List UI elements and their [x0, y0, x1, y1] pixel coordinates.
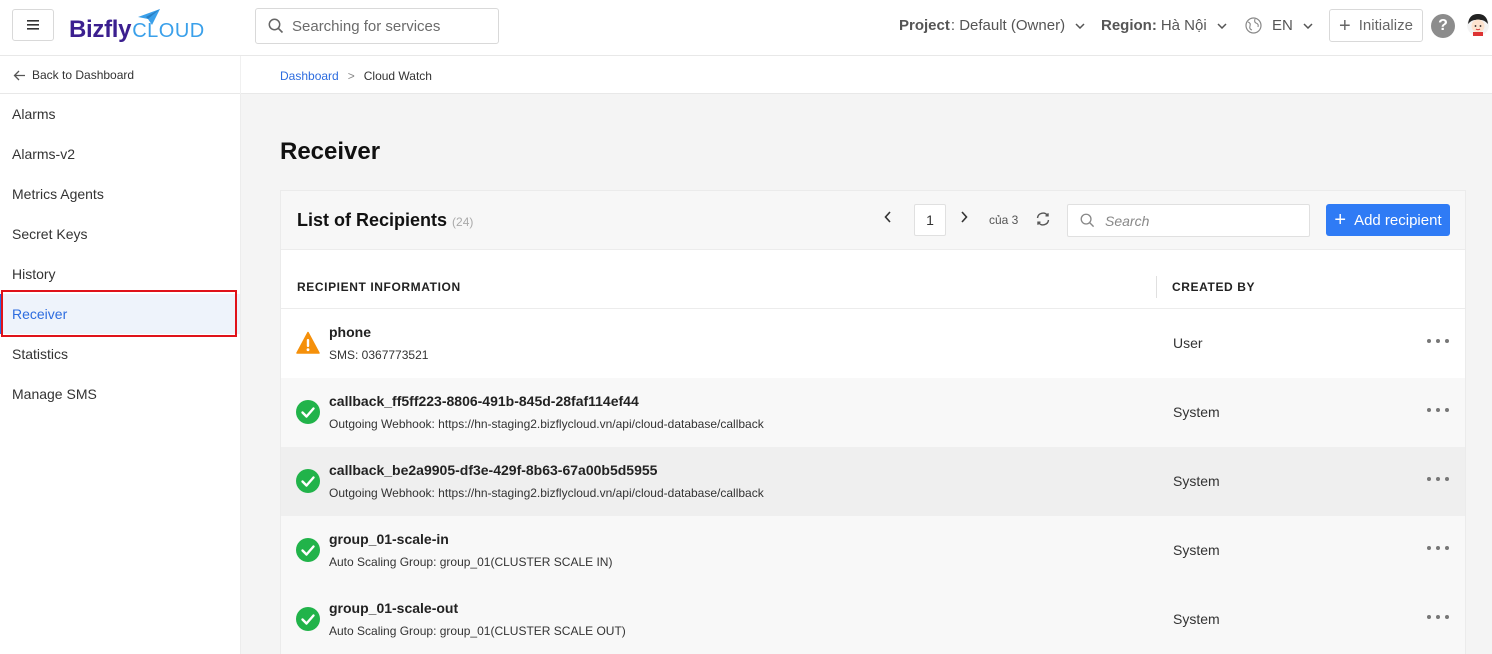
chevron-down-icon [1217, 22, 1227, 29]
sidebar-item-metrics-agents[interactable]: Metrics Agents [0, 174, 240, 214]
recipient-detail: Outgoing Webhook: https://hn-staging2.bi… [329, 417, 764, 431]
plus-icon: + [1334, 209, 1347, 231]
created-by: System [1173, 611, 1220, 627]
main-content: Receiver List of Recipients (24) 1 của 3 … [241, 94, 1492, 654]
sidebar-item-manage-sms[interactable]: Manage SMS [0, 374, 240, 414]
page-title: Receiver [280, 138, 381, 165]
globe-icon [1245, 17, 1262, 34]
sidebar-item-statistics[interactable]: Statistics [0, 334, 240, 374]
sidebar-item-history[interactable]: History [0, 254, 240, 294]
recipient-name[interactable]: group_01-scale-out [329, 600, 458, 616]
chevron-left-icon[interactable] [884, 211, 892, 223]
created-by: System [1173, 404, 1220, 420]
chevron-down-icon [1303, 22, 1313, 29]
recipient-detail: Auto Scaling Group: group_01(CLUSTER SCA… [329, 624, 626, 638]
created-by: User [1173, 335, 1203, 351]
card-header: List of Recipients(24) 1 của 3 +Add reci… [281, 191, 1465, 250]
check-circle-icon [296, 538, 320, 562]
sidebar-item-alarms-v2[interactable]: Alarms-v2 [0, 134, 240, 174]
breadcrumb-separator: > [347, 69, 355, 83]
recipient-detail: Auto Scaling Group: group_01(CLUSTER SCA… [329, 555, 613, 569]
recipient-name[interactable]: group_01-scale-in [329, 531, 449, 547]
chevron-right-icon[interactable] [960, 211, 968, 223]
table-header: RECIPIENT INFORMATION CREATED BY [281, 250, 1465, 309]
help-icon[interactable]: ? [1431, 14, 1455, 38]
sidebar-item-receiver[interactable]: Receiver [0, 294, 240, 334]
recipient-detail: Outgoing Webhook: https://hn-staging2.bi… [329, 486, 764, 500]
more-options-icon[interactable] [1427, 334, 1449, 348]
service-search[interactable] [255, 8, 499, 44]
warning-icon [296, 331, 320, 354]
page-number[interactable]: 1 [914, 204, 946, 236]
sub-header: Back to Dashboard Dashboard > Cloud Watc… [0, 56, 1492, 94]
sidebar: Alarms Alarms-v2 Metrics Agents Secret K… [0, 94, 241, 654]
menu-toggle-button[interactable] [12, 9, 54, 41]
chevron-down-icon [1075, 22, 1085, 29]
bizfly-cloud-logo[interactable]: Bizfly CLOUD [69, 8, 205, 44]
check-circle-icon [296, 607, 320, 631]
search-icon [268, 18, 284, 34]
add-recipient-button[interactable]: + Add recipient [1326, 204, 1450, 236]
search-icon [1080, 213, 1095, 228]
sidebar-item-secret-keys[interactable]: Secret Keys [0, 214, 240, 254]
initialize-button[interactable]: + Initialize [1329, 9, 1423, 42]
recipient-count: (24) [452, 215, 474, 229]
sidebar-item-alarms[interactable]: Alarms [0, 94, 240, 134]
hamburger-icon [27, 20, 39, 30]
created-by: System [1173, 473, 1220, 489]
avatar[interactable] [1466, 13, 1490, 37]
recipients-card: List of Recipients(24) 1 của 3 +Add reci… [280, 190, 1466, 654]
more-options-icon[interactable] [1427, 472, 1449, 486]
recipient-name[interactable]: callback_ff5ff223-8806-491b-845d-28faf11… [329, 393, 639, 409]
language-selector[interactable]: EN [1245, 17, 1313, 34]
created-by: System [1173, 542, 1220, 558]
card-title: List of Recipients (24) [297, 210, 474, 230]
service-search-input[interactable] [292, 17, 482, 35]
column-divider [1156, 276, 1157, 298]
total-pages: của 3 [989, 213, 1019, 227]
region-selector[interactable]: Region: Hà Nội [1101, 17, 1227, 34]
recipient-search[interactable] [1067, 204, 1310, 237]
project-selector[interactable]: Project: Default (Owner) [899, 17, 1085, 34]
column-recipient-information[interactable]: RECIPIENT INFORMATION [297, 280, 461, 294]
table-row[interactable]: phone SMS: 0367773521 User [281, 309, 1465, 378]
more-options-icon[interactable] [1427, 403, 1449, 417]
table-row[interactable]: callback_ff5ff223-8806-491b-845d-28faf11… [281, 378, 1465, 447]
back-to-dashboard-link[interactable]: Back to Dashboard [13, 68, 134, 82]
breadcrumb-cloud-watch: Cloud Watch [363, 69, 432, 83]
more-options-icon[interactable] [1427, 610, 1449, 624]
plus-icon: + [1339, 14, 1351, 37]
recipient-name[interactable]: callback_be2a9905-df3e-429f-8b63-67a00b5… [329, 462, 657, 478]
more-options-icon[interactable] [1427, 541, 1449, 555]
table-row[interactable]: group_01-scale-in Auto Scaling Group: gro… [281, 516, 1465, 585]
divider [240, 56, 241, 94]
table-row[interactable]: callback_be2a9905-df3e-429f-8b63-67a00b5… [281, 447, 1465, 516]
recipient-name[interactable]: phone [329, 324, 371, 340]
recipient-search-input[interactable] [1105, 212, 1295, 229]
paper-plane-icon [138, 9, 160, 25]
refresh-icon[interactable] [1035, 211, 1051, 227]
breadcrumb-dashboard[interactable]: Dashboard [280, 69, 339, 83]
check-circle-icon [296, 400, 320, 424]
breadcrumb: Dashboard > Cloud Watch [280, 69, 432, 83]
table-row[interactable]: group_01-scale-out Auto Scaling Group: gr… [281, 585, 1465, 654]
check-circle-icon [296, 469, 320, 493]
recipient-detail: SMS: 0367773521 [329, 348, 429, 362]
top-header: BizflyCLOUD Project: Default (Owner) Reg… [0, 0, 1492, 56]
column-created-by[interactable]: CREATED BY [1172, 280, 1255, 294]
arrow-left-icon [13, 70, 25, 80]
